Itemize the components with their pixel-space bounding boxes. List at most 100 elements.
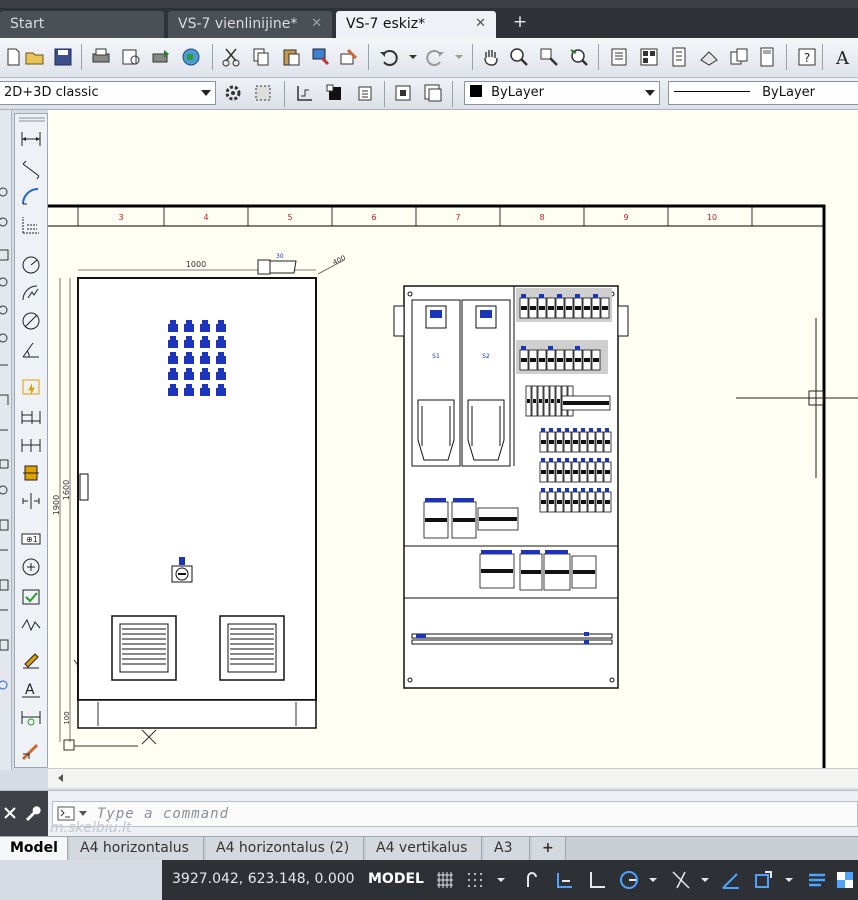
aligned-dimension-icon[interactable] <box>20 158 42 180</box>
sheet-set-icon[interactable] <box>698 46 720 68</box>
cabinet-front-view[interactable]: 1000 1900 1600 100 30 400 <box>52 253 347 751</box>
publish-web-icon[interactable] <box>180 46 202 68</box>
dynamic-input-icon[interactable] <box>554 869 576 891</box>
dimension-style-icon[interactable] <box>20 740 42 762</box>
color-select[interactable]: ByLayer <box>464 81 660 105</box>
make-current-layer-icon[interactable] <box>324 82 346 104</box>
undo-icon[interactable] <box>378 46 400 68</box>
diameter-dimension-icon[interactable] <box>20 310 42 332</box>
ortho-icon[interactable] <box>586 869 608 891</box>
lineweight-icon[interactable] <box>806 869 828 891</box>
zoom-realtime-icon[interactable] <box>508 46 530 68</box>
new-tab-button[interactable]: + <box>508 12 532 32</box>
chevron-down-icon[interactable] <box>402 46 424 68</box>
tolerance-icon[interactable]: ⊕1 <box>20 528 42 550</box>
markup-set-icon[interactable] <box>728 46 750 68</box>
arc-length-icon[interactable] <box>20 186 42 208</box>
horizontal-scrollbar[interactable] <box>48 768 858 788</box>
dimension-break-icon[interactable] <box>20 490 42 512</box>
infer-constraints-icon[interactable] <box>520 869 542 891</box>
inspection-icon[interactable] <box>20 586 42 608</box>
tab-a4-horizontalus[interactable]: A4 horizontalus <box>70 837 204 860</box>
jogged-linear-icon[interactable] <box>20 614 42 636</box>
zoom-window-icon[interactable] <box>538 46 560 68</box>
pan-hand-icon[interactable] <box>480 46 502 68</box>
quick-dimension-icon[interactable] <box>20 376 42 398</box>
layer-walk-icon[interactable] <box>422 82 444 104</box>
dimension-update-icon[interactable] <box>20 706 42 728</box>
object-snap-icon[interactable] <box>752 869 774 891</box>
chevron-down-icon[interactable] <box>490 869 512 891</box>
isodraft-icon[interactable] <box>670 869 692 891</box>
model-space-button[interactable]: MODEL <box>368 871 424 887</box>
close-icon[interactable]: ✕ <box>475 16 486 31</box>
layer-properties-icon[interactable] <box>294 82 316 104</box>
vfd-drive[interactable]: S1 <box>411 299 461 467</box>
drawing-svg[interactable]: 3 4 5 6 7 8 9 10 1000 1900 1600 100 30 4… <box>48 110 858 768</box>
chevron-down-icon[interactable] <box>79 811 87 817</box>
transparency-icon[interactable] <box>834 869 856 891</box>
layer-state-icon[interactable] <box>392 82 414 104</box>
angular-dimension-icon[interactable] <box>20 338 42 360</box>
tab-vs7-vienlinijine[interactable]: VS-7 vienlinijine* ✕ <box>168 11 332 38</box>
chevron-down-icon[interactable] <box>642 869 664 891</box>
customize-icon[interactable] <box>252 82 274 104</box>
chevron-down-icon[interactable] <box>694 869 716 891</box>
tab-vs7-eskiz[interactable]: VS-7 eskiz* ✕ <box>336 11 496 38</box>
calculator-icon[interactable] <box>756 46 778 68</box>
close-icon[interactable]: ✕ <box>311 16 322 31</box>
tab-a4-horizontalus-2[interactable]: A4 horizontalus (2) <box>206 837 364 860</box>
wrench-icon[interactable] <box>22 803 42 823</box>
linear-dimension-icon[interactable] <box>20 128 42 150</box>
drawing-canvas[interactable]: 3 4 5 6 7 8 9 10 1000 1900 1600 100 30 4… <box>48 110 858 768</box>
layer-previous-icon[interactable] <box>354 82 376 104</box>
grid-icon[interactable] <box>434 869 456 891</box>
paste-icon[interactable] <box>280 46 302 68</box>
match-properties-icon[interactable] <box>310 46 332 68</box>
tab-start[interactable]: Start <box>0 11 164 38</box>
object-snap-tracking-icon[interactable] <box>720 869 742 891</box>
vfd-drive[interactable]: S2 <box>461 299 511 467</box>
baseline-dimension-icon[interactable] <box>20 406 42 428</box>
zoom-previous-icon[interactable] <box>568 46 590 68</box>
coordinate-readout[interactable]: 3927.042, 623.148, 0.000 <box>172 871 355 887</box>
mounting-plate[interactable]: S1 S2 <box>393 285 629 689</box>
command-input[interactable]: Type a command <box>52 801 858 827</box>
jogged-dimension-icon[interactable] <box>20 282 42 304</box>
redo-icon[interactable] <box>424 46 446 68</box>
close-icon[interactable] <box>2 805 18 821</box>
center-mark-icon[interactable] <box>20 556 42 578</box>
ordinate-dimension-icon[interactable] <box>20 214 42 236</box>
radius-dimension-icon[interactable] <box>20 254 42 276</box>
chevron-down-icon[interactable] <box>448 46 470 68</box>
new-layout-button[interactable]: + <box>532 837 566 860</box>
save-icon[interactable] <box>52 46 74 68</box>
tab-a3[interactable]: A3 <box>484 837 530 860</box>
plot-preview-icon[interactable] <box>120 46 142 68</box>
snap-icon[interactable] <box>464 869 486 891</box>
publish-icon[interactable] <box>150 46 172 68</box>
open-folder-icon[interactable] <box>24 46 46 68</box>
workspace-settings-gear-icon[interactable] <box>222 82 244 104</box>
cut-icon[interactable] <box>220 46 242 68</box>
polar-tracking-icon[interactable] <box>618 869 640 891</box>
chevron-down-icon[interactable] <box>778 869 800 891</box>
print-icon[interactable] <box>90 46 112 68</box>
workspace-select[interactable]: 2D+3D classic <box>0 81 216 105</box>
continue-dimension-icon[interactable] <box>20 434 42 456</box>
dimension-text-edit-icon[interactable]: A <box>20 678 42 700</box>
new-file-icon[interactable] <box>2 46 24 68</box>
linetype-select[interactable]: ByLayer <box>668 81 858 105</box>
tool-palettes-icon[interactable] <box>668 46 690 68</box>
properties-icon[interactable] <box>608 46 630 68</box>
tab-model[interactable]: Model <box>0 837 68 860</box>
block-editor-icon[interactable] <box>338 46 360 68</box>
design-center-icon[interactable] <box>638 46 660 68</box>
help-icon[interactable]: ? <box>796 46 818 68</box>
scroll-left-icon[interactable] <box>58 774 63 782</box>
tab-a4-vertikalus[interactable]: A4 vertikalus <box>366 837 482 860</box>
dimension-space-icon[interactable] <box>20 462 42 484</box>
copy-icon[interactable] <box>250 46 272 68</box>
dimension-edit-icon[interactable] <box>20 650 42 672</box>
text-style-icon[interactable]: A <box>832 46 854 68</box>
